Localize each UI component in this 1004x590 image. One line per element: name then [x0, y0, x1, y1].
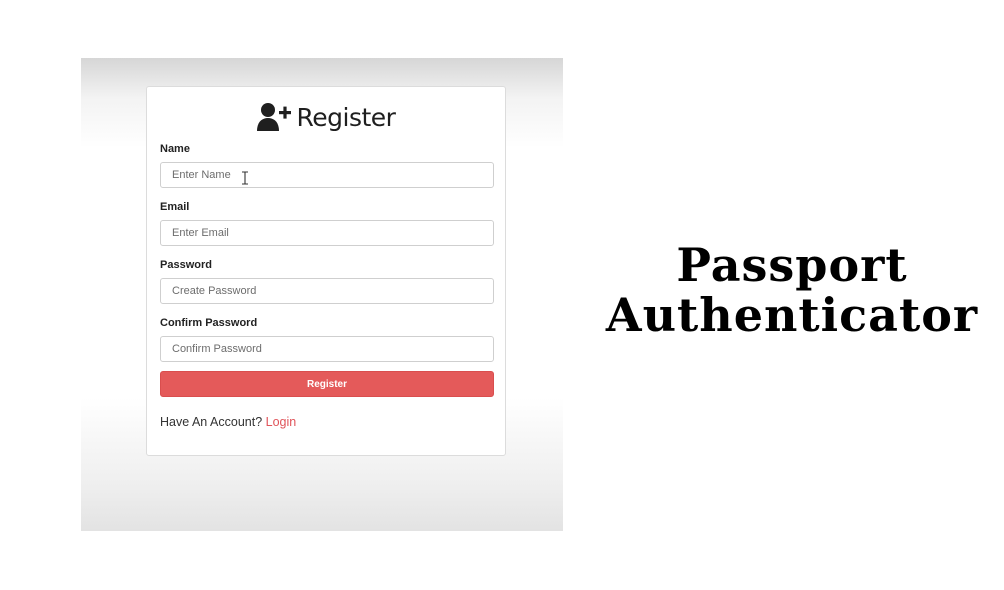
- email-input[interactable]: [160, 220, 494, 246]
- user-plus-icon: [256, 102, 291, 132]
- account-prompt-text: Have An Account?: [160, 415, 263, 429]
- screenshot-panel: Register Name Email Password Confirm Pas…: [81, 58, 563, 531]
- name-label: Name: [160, 143, 190, 155]
- confirm-password-input[interactable]: [160, 336, 494, 362]
- register-button[interactable]: Register: [160, 371, 494, 397]
- name-input[interactable]: [160, 162, 494, 188]
- headline-line-1: Passport: [676, 238, 908, 292]
- password-input[interactable]: [160, 278, 494, 304]
- login-link[interactable]: Login: [266, 415, 297, 429]
- register-heading: Register: [147, 99, 505, 135]
- register-card: Register Name Email Password Confirm Pas…: [146, 86, 506, 456]
- email-label: Email: [160, 201, 190, 213]
- account-prompt: Have An Account? Login: [160, 415, 296, 429]
- confirm-password-label: Confirm Password: [160, 317, 258, 329]
- page: Register Name Email Password Confirm Pas…: [0, 0, 1004, 590]
- headline-line-2: Authenticator: [605, 288, 979, 342]
- password-label: Password: [160, 259, 212, 271]
- headline: Passport Authenticator: [580, 240, 1004, 340]
- register-title: Register: [296, 102, 396, 132]
- text-cursor-icon: [242, 171, 248, 185]
